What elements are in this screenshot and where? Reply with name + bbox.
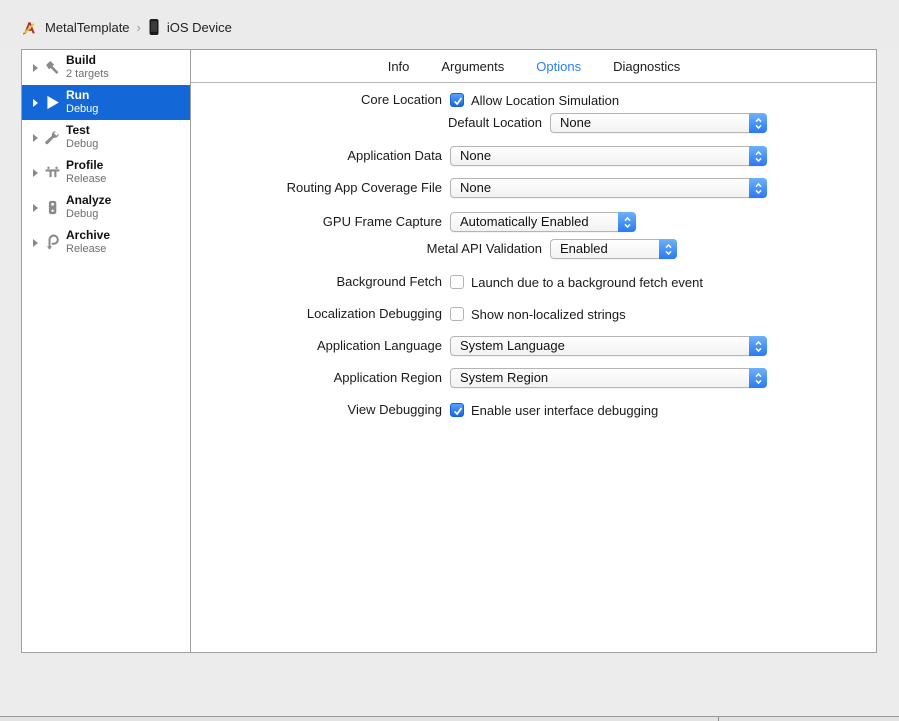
row-default-location: Default Location None: [22, 113, 878, 133]
field-label: View Debugging: [347, 402, 442, 417]
popup-chevrons-icon: [749, 336, 767, 356]
row-gpu-frame-capture: GPU Frame Capture Automatically Enabled: [22, 212, 878, 232]
tab-arguments[interactable]: Arguments: [441, 59, 504, 74]
checkmark-icon: [453, 407, 463, 416]
titlebar: MetalTemplate › iOS Device: [0, 0, 899, 49]
metal-api-validation-select[interactable]: Enabled: [550, 239, 677, 259]
checkbox-label: Enable user interface debugging: [471, 402, 659, 418]
destination-name[interactable]: iOS Device: [167, 20, 232, 35]
application-region-select[interactable]: System Region: [450, 368, 767, 388]
allow-location-simulation-checkbox[interactable]: [450, 93, 464, 107]
sidebar-item-label: Build: [66, 53, 96, 67]
hammer-icon: [46, 61, 59, 74]
disclosure-triangle-icon[interactable]: [33, 64, 38, 72]
row-routing-app-coverage: Routing App Coverage File None: [22, 178, 878, 198]
popup-chevrons-icon: [749, 178, 767, 198]
checkmark-icon: [453, 97, 463, 106]
popup-chevrons-icon: [749, 113, 767, 133]
field-label: Application Data: [347, 148, 442, 163]
breadcrumb: MetalTemplate › iOS Device: [21, 18, 232, 36]
row-localization-debugging: Localization Debugging Show non-localize…: [22, 304, 878, 324]
row-metal-api-validation: Metal API Validation Enabled: [22, 239, 878, 259]
disclosure-triangle-icon[interactable]: [33, 134, 38, 142]
application-data-select[interactable]: None: [450, 146, 767, 166]
row-application-data: Application Data None: [22, 146, 878, 166]
breadcrumb-chevron-icon: ›: [136, 19, 141, 35]
checkbox-label: Show non-localized strings: [471, 306, 626, 322]
background-window-strip: [0, 716, 899, 721]
disclosure-triangle-icon[interactable]: [33, 169, 38, 177]
gpu-frame-capture-select[interactable]: Automatically Enabled: [450, 212, 636, 232]
sidebar-item-build[interactable]: Build 2 targets: [22, 50, 190, 85]
disclosure-triangle-icon[interactable]: [33, 204, 38, 212]
checkbox-label: Launch due to a background fetch event: [471, 274, 704, 290]
routing-app-coverage-select[interactable]: None: [450, 178, 767, 198]
popup-chevrons-icon: [659, 239, 677, 259]
field-label: Background Fetch: [336, 274, 442, 289]
tab-diagnostics[interactable]: Diagnostics: [613, 59, 680, 74]
application-language-select[interactable]: System Language: [450, 336, 767, 356]
scheme-name[interactable]: MetalTemplate: [45, 20, 130, 35]
popup-chevrons-icon: [749, 368, 767, 388]
sidebar-item-sublabel: 2 targets: [66, 68, 109, 80]
field-label: Routing App Coverage File: [286, 180, 442, 195]
row-application-region: Application Region System Region: [22, 368, 878, 388]
enable-ui-debugging-checkbox[interactable]: [450, 403, 464, 417]
tab-bar: Info Arguments Options Diagnostics: [191, 50, 877, 83]
default-location-select[interactable]: None: [550, 113, 767, 133]
row-application-language: Application Language System Language: [22, 336, 878, 356]
tab-info[interactable]: Info: [388, 59, 410, 74]
dialog-footer: Duplicate Scheme Manage Schemes... Share…: [0, 653, 899, 716]
scheme-editor-panel: Build 2 targets Run Debug Test Debug Pro…: [21, 49, 877, 653]
row-background-fetch: Background Fetch Launch due to a backgro…: [22, 272, 878, 292]
field-label: Localization Debugging: [306, 306, 442, 321]
background-window-divider: [718, 717, 719, 721]
checkbox-label: Allow Location Simulation: [471, 92, 620, 108]
field-label: Default Location: [448, 115, 542, 130]
ios-device-icon: [149, 19, 159, 35]
popup-chevrons-icon: [618, 212, 636, 232]
scheme-icon: [23, 21, 35, 35]
show-non-localized-strings-checkbox[interactable]: [450, 307, 464, 321]
tab-options[interactable]: Options: [536, 59, 581, 74]
field-label: GPU Frame Capture: [322, 214, 442, 229]
field-label: Application Language: [316, 338, 442, 353]
row-view-debugging: View Debugging Enable user interface deb…: [22, 400, 878, 420]
field-label: Core Location: [361, 92, 442, 107]
background-fetch-checkbox[interactable]: [450, 275, 464, 289]
popup-chevrons-icon: [749, 146, 767, 166]
field-label: Application Region: [333, 370, 442, 385]
row-core-location: Core Location Allow Location Simulation: [22, 90, 878, 110]
field-label: Metal API Validation: [426, 241, 542, 256]
